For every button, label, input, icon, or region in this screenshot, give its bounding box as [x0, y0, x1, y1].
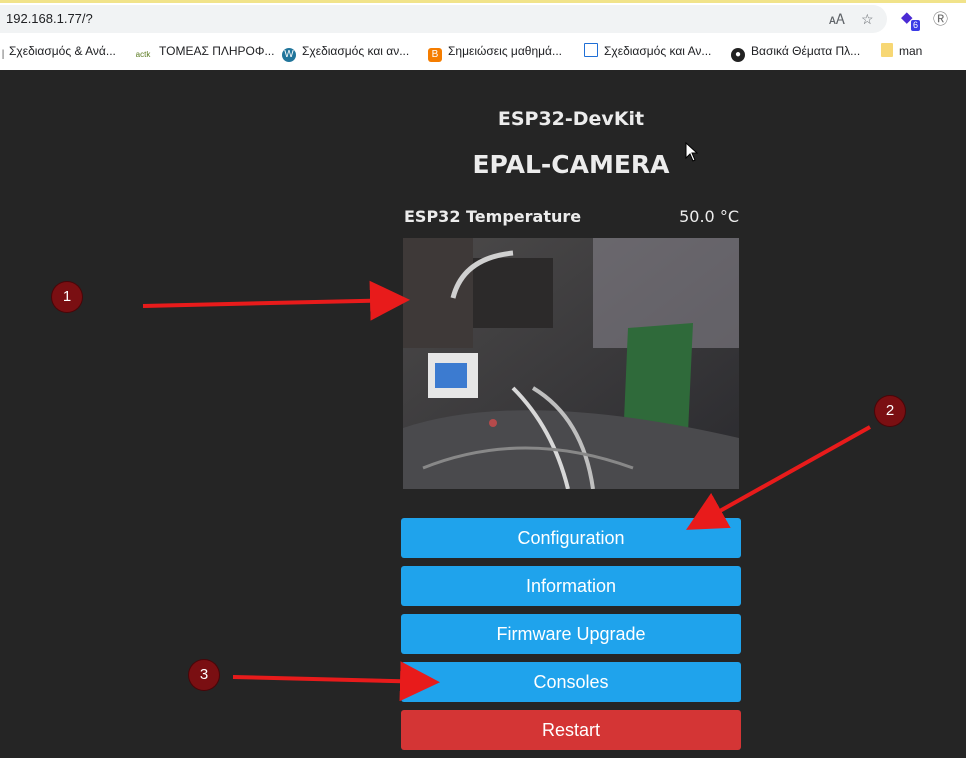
- arrow-1: [142, 280, 410, 321]
- star-icon[interactable]: ☆: [861, 11, 874, 28]
- restart-button[interactable]: Restart: [401, 710, 741, 750]
- device-name: ESP32-DevKit: [497, 108, 645, 130]
- address-bar[interactable]: 192.168.1.77/? 🗚 ☆: [0, 5, 887, 33]
- bookmark-label: Βασικά Θέματα Πλ...: [751, 44, 861, 58]
- bookmark-item[interactable]: B Σημειώσεις μαθημά...: [428, 40, 562, 62]
- wordpress-extension-icon[interactable]: Ⓡ: [933, 8, 948, 29]
- site-logo-icon: actk: [135, 50, 151, 59]
- bookmark-item[interactable]: Σχεδιασμός και Αν...: [584, 40, 711, 62]
- blank-page-icon: |: [1, 49, 5, 60]
- configuration-button[interactable]: Configuration: [401, 518, 741, 558]
- bookmark-item[interactable]: ● Βασικά Θέματα Πλ...: [731, 40, 860, 62]
- extension-badge: 6: [911, 20, 921, 31]
- annotation-marker-1: 1: [52, 282, 82, 312]
- annotation-marker-3: 3: [189, 660, 219, 690]
- mouse-cursor-icon: [685, 142, 699, 162]
- wordpress-icon: W: [282, 48, 296, 62]
- firmware-upgrade-button[interactable]: Firmware Upgrade: [401, 614, 741, 654]
- camera-frame-image: [403, 238, 739, 489]
- bookmark-label: Σχεδιασμός & Ανά...: [9, 44, 116, 58]
- blogger-icon: B: [428, 48, 442, 62]
- consoles-button[interactable]: Consoles: [401, 662, 741, 702]
- bookmark-label: ΤΟΜΕΑΣ ΠΛΗΡΟΦ...: [159, 44, 275, 58]
- globe-icon: ●: [731, 48, 745, 62]
- bookmark-item[interactable]: man: [881, 40, 922, 62]
- bookmark-label: man: [899, 44, 923, 58]
- temperature-label: ESP32 Temperature: [404, 207, 582, 226]
- annotation-marker-2: 2: [875, 396, 905, 426]
- bookmark-item[interactable]: actk ΤΟΜΕΑΣ ΠΛΗΡΟΦ...: [133, 40, 275, 62]
- bookmark-item[interactable]: W Σχεδιασμός και αν...: [282, 40, 409, 62]
- bookmark-label: Σχεδιασμός και αν...: [302, 44, 410, 58]
- information-button[interactable]: Information: [401, 566, 741, 606]
- bookmark-label: Σημειώσεις μαθημά...: [448, 44, 562, 58]
- bookmark-label: Σχεδιασμός και Αν...: [604, 44, 712, 58]
- bookmark-item[interactable]: | Σχεδιασμός & Ανά...: [0, 40, 116, 62]
- layout-icon: [584, 43, 598, 57]
- folder-icon: [881, 43, 893, 57]
- translate-icon[interactable]: 🗚: [829, 11, 845, 28]
- url-text[interactable]: 192.168.1.77/?: [6, 11, 93, 26]
- chrome-top-line: [0, 0, 966, 3]
- temperature-value: 50.0 °C: [679, 207, 739, 226]
- camera-stream: [403, 238, 739, 489]
- browser-chrome: 192.168.1.77/? 🗚 ☆ ◆ 6 Ⓡ | Σχεδιασμός & Α…: [0, 0, 966, 70]
